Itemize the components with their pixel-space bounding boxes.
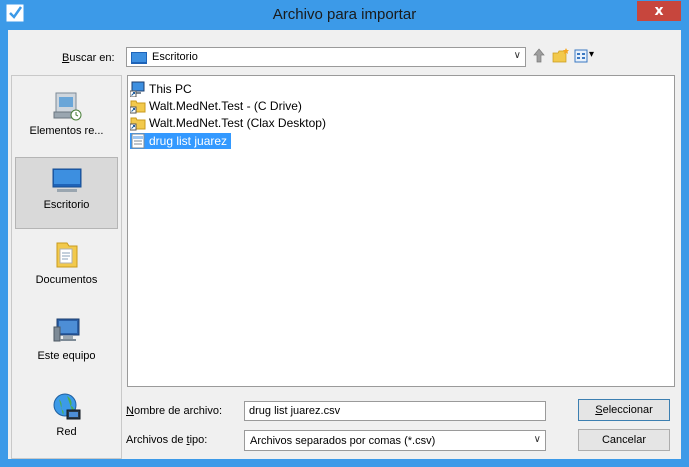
place-network[interactable]: Red bbox=[15, 385, 118, 457]
file-name: This PC bbox=[149, 82, 192, 96]
place-recent-items[interactable]: Elementos re... bbox=[15, 84, 118, 156]
lookin-combobox[interactable]: Escritorio ∨ bbox=[126, 47, 526, 67]
file-list[interactable]: This PC Walt.MedNet.Test - (C Drive) Wal… bbox=[127, 75, 675, 387]
desktop-icon bbox=[52, 168, 81, 192]
filetype-combobox[interactable]: Archivos separados por comas (*.csv) ∨ bbox=[244, 430, 546, 451]
pc-shortcut-icon bbox=[130, 81, 145, 97]
filename-label-rest: ombre de archivo: bbox=[133, 405, 222, 417]
select-button-accel: S bbox=[595, 404, 603, 416]
place-label: Elementos re... bbox=[29, 125, 104, 137]
place-label: Red bbox=[56, 426, 77, 438]
file-name: Walt.MedNet.Test - (C Drive) bbox=[149, 99, 302, 113]
desktop-icon bbox=[131, 52, 147, 64]
select-button-rest: eleccionar bbox=[602, 404, 653, 416]
cancel-button[interactable]: Cancelar bbox=[578, 429, 670, 451]
filetype-label: Archivos de tipo: bbox=[126, 434, 207, 446]
place-documents[interactable]: Documentos bbox=[15, 233, 118, 305]
file-item-drug-list-juarez[interactable]: drug list juarez bbox=[130, 133, 232, 149]
place-label: Escritorio bbox=[43, 199, 90, 211]
up-folder-icon[interactable] bbox=[530, 47, 548, 65]
filename-label-accel: N bbox=[126, 405, 134, 417]
view-menu-arrow[interactable]: ▾ bbox=[589, 49, 594, 60]
filename-label: Nombre de archivo: bbox=[126, 405, 222, 417]
network-globe-icon bbox=[53, 393, 80, 420]
filetype-value: Archivos separados por comas (*.csv) bbox=[250, 435, 436, 447]
file-name: Walt.MedNet.Test (Clax Desktop) bbox=[149, 116, 326, 130]
title-bar[interactable]: Archivo para importar x bbox=[0, 0, 689, 28]
recent-items-icon bbox=[53, 92, 81, 121]
filetype-label-pre: Archivos de bbox=[126, 434, 187, 446]
chevron-down-icon: ∨ bbox=[513, 50, 521, 61]
select-button[interactable]: Seleccionar bbox=[578, 399, 670, 421]
file-item-this-pc[interactable]: This PC bbox=[130, 81, 196, 97]
view-menu-icon[interactable] bbox=[574, 47, 588, 65]
lookin-row: Buscar en: Escritorio ∨ ▾ bbox=[8, 30, 681, 70]
documents-folder-icon bbox=[56, 242, 77, 268]
lookin-label-rest: uscar en: bbox=[69, 52, 115, 64]
filename-input[interactable] bbox=[244, 401, 546, 421]
file-item-clax-desktop[interactable]: Walt.MedNet.Test (Clax Desktop) bbox=[130, 115, 330, 131]
file-dialog-window: Archivo para importar x Buscar en: Escri… bbox=[0, 0, 689, 467]
place-this-computer[interactable]: Este equipo bbox=[15, 309, 118, 381]
new-folder-icon[interactable] bbox=[552, 47, 570, 65]
place-label: Documentos bbox=[35, 274, 98, 286]
dialog-body: Buscar en: Escritorio ∨ ▾ Elementos re..… bbox=[8, 30, 681, 459]
filetype-label-rest: ipo: bbox=[189, 434, 208, 446]
computer-icon bbox=[53, 318, 79, 342]
place-label: Este equipo bbox=[37, 350, 96, 362]
places-bar: Elementos re... Escritorio Documentos Es… bbox=[11, 75, 122, 459]
csv-file-icon bbox=[131, 133, 145, 149]
place-desktop[interactable]: Escritorio bbox=[15, 157, 118, 229]
lookin-value: Escritorio bbox=[152, 51, 198, 63]
lookin-label: Buscar en: bbox=[62, 52, 115, 64]
close-button[interactable]: x bbox=[637, 1, 681, 21]
file-item-c-drive[interactable]: Walt.MedNet.Test - (C Drive) bbox=[130, 98, 306, 114]
folder-shortcut-icon bbox=[130, 100, 146, 114]
file-name: drug list juarez bbox=[149, 134, 228, 148]
window-title: Archivo para importar bbox=[272, 6, 417, 23]
folder-shortcut-icon bbox=[130, 117, 146, 131]
chevron-down-icon: ∨ bbox=[533, 434, 541, 445]
